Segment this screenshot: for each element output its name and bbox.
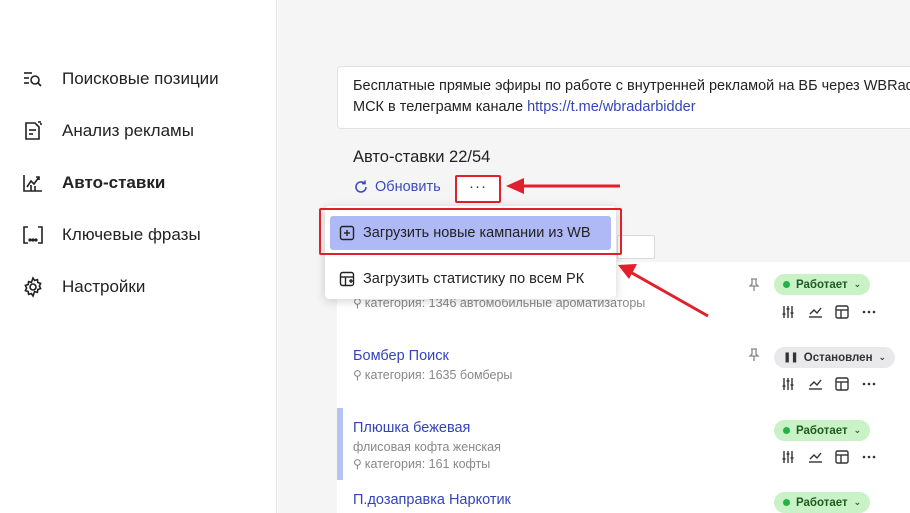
row-search-value: категория: 1635 бомберы bbox=[364, 368, 513, 382]
row-toolbar bbox=[779, 448, 878, 466]
sidebar-item-keywords[interactable]: Ключевые фразы bbox=[22, 222, 201, 248]
status-dot bbox=[783, 281, 790, 288]
table-stats-icon bbox=[339, 271, 355, 287]
ellipsis-icon: ··· bbox=[469, 177, 487, 195]
sidebar-item-auto-bids[interactable]: Авто-ставки bbox=[22, 170, 165, 196]
pin-icon[interactable] bbox=[748, 348, 760, 367]
more-icon[interactable] bbox=[860, 375, 878, 393]
table-icon[interactable] bbox=[833, 448, 851, 466]
more-icon[interactable] bbox=[860, 448, 878, 466]
pin-icon[interactable] bbox=[748, 278, 760, 297]
sidebar-item-settings[interactable]: Настройки bbox=[22, 274, 145, 300]
search-icon: ⚲ bbox=[353, 368, 362, 382]
banner-text-line1: Бесплатные прямые эфиры по работе с внут… bbox=[353, 78, 910, 94]
row-toolbar bbox=[779, 303, 878, 321]
refresh-button[interactable]: Обновить bbox=[353, 179, 441, 195]
line-chart-icon[interactable] bbox=[806, 303, 824, 321]
more-options-button[interactable]: ··· bbox=[455, 175, 501, 203]
sidebar-item-label: Авто-ставки bbox=[62, 173, 166, 192]
filter-input[interactable] bbox=[617, 235, 655, 259]
gear-icon bbox=[22, 276, 44, 298]
status-badge[interactable]: Работает ⌄ bbox=[774, 492, 871, 513]
row-search-text: ⚲ категория: 1635 бомберы bbox=[353, 368, 512, 382]
row-accent-bar bbox=[337, 408, 343, 480]
list-item: Плюшка бежевая флисовая кофта женская ⚲ к… bbox=[337, 408, 910, 480]
row-search-text: ⚲ категория: 161 кофты bbox=[353, 457, 490, 471]
chevron-down-icon: ⌄ bbox=[853, 497, 862, 507]
list-item: П.дозаправка Наркотик Работает ⌄ bbox=[337, 484, 910, 513]
campaign-list: ⚲ категория: 1346 автомобильные ароматиза… bbox=[337, 262, 910, 513]
menu-item-label: Загрузить статистику по всем РК bbox=[363, 271, 585, 287]
row-title[interactable]: Плюшка бежевая bbox=[353, 420, 470, 436]
banner-text-line2: МСК в телеграмм канале https://t.me/wbra… bbox=[353, 97, 901, 118]
row-toolbar bbox=[779, 375, 878, 393]
brackets-icon bbox=[22, 224, 44, 246]
sidebar-item-label: Анализ рекламы bbox=[62, 121, 194, 140]
sidebar-item-search-positions[interactable]: Поисковые позиции bbox=[22, 66, 219, 92]
more-icon[interactable] bbox=[860, 303, 878, 321]
menu-item-load-stats[interactable]: Загрузить статистику по всем РК bbox=[330, 262, 611, 296]
sidebar-item-label: Ключевые фразы bbox=[62, 225, 201, 244]
status-dot bbox=[783, 499, 790, 506]
status-badge[interactable]: ❚❚ Остановлен ⌄ bbox=[774, 347, 896, 368]
list-item: Бомбер Поиск ⚲ категория: 1635 бомберы ❚❚… bbox=[337, 334, 910, 406]
chart-up-icon bbox=[22, 172, 44, 194]
pause-icon: ❚❚ bbox=[783, 352, 799, 363]
line-chart-icon[interactable] bbox=[806, 448, 824, 466]
status-badge[interactable]: Работает ⌄ bbox=[774, 420, 871, 441]
sidebar-item-ad-analysis[interactable]: Анализ рекламы bbox=[22, 118, 194, 144]
search-icon: ⚲ bbox=[353, 457, 362, 471]
refresh-icon bbox=[355, 180, 367, 193]
row-subtitle: флисовая кофта женская bbox=[353, 440, 501, 454]
status-label: Работает bbox=[796, 278, 848, 291]
status-label: Работает bbox=[796, 496, 848, 509]
more-options-menu: Загрузить новые кампании из WB Загрузить… bbox=[325, 206, 616, 299]
refresh-label: Обновить bbox=[375, 179, 441, 195]
sidebar-item-label: Настройки bbox=[62, 277, 146, 296]
chevron-down-icon: ⌄ bbox=[853, 425, 862, 435]
page-title: Авто-ставки 22/54 bbox=[353, 148, 491, 166]
status-label: Остановлен bbox=[803, 351, 873, 364]
status-badge[interactable]: Работает ⌄ bbox=[774, 274, 871, 295]
banner-text-prefix: МСК в телеграмм канале bbox=[353, 99, 528, 115]
line-chart-icon[interactable] bbox=[806, 375, 824, 393]
table-icon[interactable] bbox=[833, 303, 851, 321]
row-title[interactable]: Бомбер Поиск bbox=[353, 348, 449, 364]
sliders-icon[interactable] bbox=[779, 375, 797, 393]
status-dot bbox=[783, 427, 790, 434]
table-icon[interactable] bbox=[833, 375, 851, 393]
sidebar-item-label: Поисковые позиции bbox=[62, 69, 219, 88]
announcement-banner: Бесплатные прямые эфиры по работе с внут… bbox=[337, 66, 910, 129]
sidebar: Поисковые позиции Анализ рекламы Авто-ст… bbox=[0, 0, 277, 513]
sliders-icon[interactable] bbox=[779, 303, 797, 321]
plus-square-icon bbox=[339, 225, 355, 241]
menu-item-label: Загрузить новые кампании из WB bbox=[363, 225, 591, 241]
sliders-icon[interactable] bbox=[779, 448, 797, 466]
chevron-down-icon: ⌄ bbox=[853, 279, 862, 289]
telegram-link[interactable]: https://t.me/wbradarbidder bbox=[527, 99, 695, 115]
search-list-icon bbox=[22, 68, 44, 90]
status-label: Работает bbox=[796, 424, 848, 437]
row-search-value: категория: 161 кофты bbox=[364, 457, 491, 471]
menu-item-load-new-campaigns[interactable]: Загрузить новые кампании из WB bbox=[330, 216, 611, 250]
chevron-down-icon: ⌄ bbox=[878, 352, 887, 362]
ad-analysis-icon bbox=[22, 120, 44, 142]
row-title[interactable]: П.дозаправка Наркотик bbox=[353, 492, 511, 508]
